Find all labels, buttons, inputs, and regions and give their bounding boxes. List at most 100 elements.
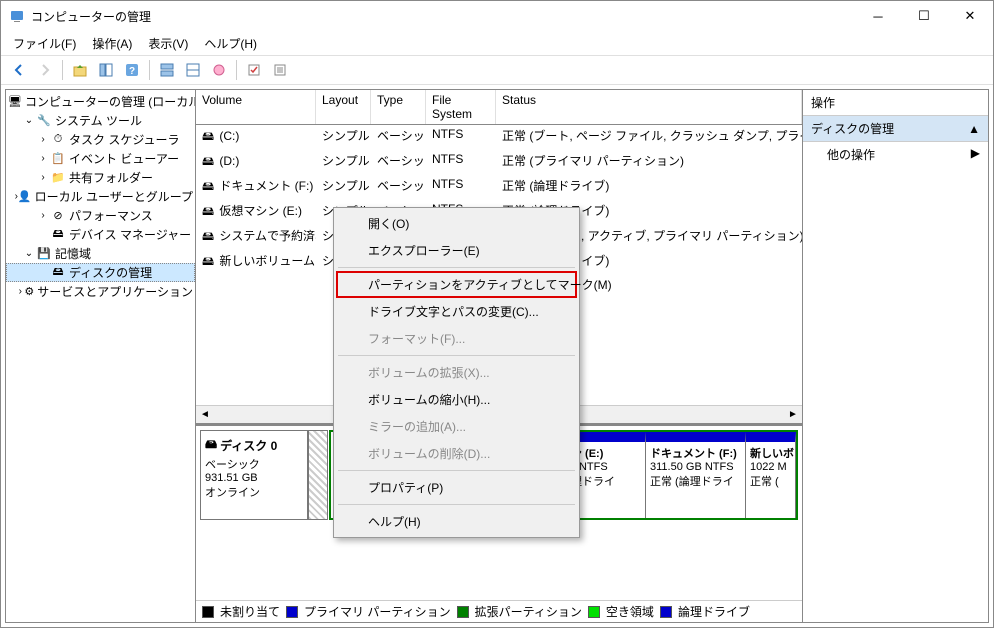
legend-swatch: [457, 606, 469, 618]
context-menu[interactable]: 開く(O)エクスプローラー(E) パーティションをアクティブとしてマーク(M)ドラ…: [333, 207, 580, 538]
tree-item-0[interactable]: 🖥コンピューターの管理 (ローカル): [6, 92, 195, 111]
disk-size: 931.51 GB: [205, 472, 303, 484]
up-button[interactable]: [68, 58, 92, 82]
tree-item-1[interactable]: ⌄🔧システム ツール: [6, 111, 195, 130]
volume-icon: 🖴: [202, 127, 216, 148]
tree-item-5[interactable]: ›👤ローカル ユーザーとグループ: [6, 187, 195, 206]
back-button[interactable]: [7, 58, 31, 82]
partition[interactable]: ドキュメント (F:)311.50 GB NTFS正常 (論理ドライ: [646, 432, 746, 518]
disk-info[interactable]: 🖴ディスク 0 ベーシック 931.51 GB オンライン: [200, 430, 308, 520]
tree-toggle-icon[interactable]: ⌄: [22, 248, 36, 259]
col-status[interactable]: Status: [496, 90, 802, 124]
tree-item-9[interactable]: 🖴ディスクの管理: [6, 263, 195, 282]
col-fs[interactable]: File System: [426, 90, 496, 124]
window: コンピューターの管理 ─ ☐ ✕ ファイル(F)操作(A)表示(V)ヘルプ(H)…: [0, 0, 994, 628]
tree-node-icon: 👤: [18, 189, 32, 205]
help-button[interactable]: ?: [120, 58, 144, 82]
menu-separator: [338, 267, 575, 268]
forward-button[interactable]: [33, 58, 57, 82]
col-type[interactable]: Type: [371, 90, 426, 124]
tree-label: 記憶域: [55, 245, 91, 262]
tree-label: ディスクの管理: [69, 264, 152, 281]
settings-button[interactable]: [207, 58, 231, 82]
close-button[interactable]: ✕: [947, 1, 993, 31]
show-hide-button[interactable]: [94, 58, 118, 82]
menubar: ファイル(F)操作(A)表示(V)ヘルプ(H): [1, 31, 993, 55]
actions-panel: 操作 ディスクの管理 ▲ 他の操作 ▶: [803, 90, 988, 622]
tree-toggle-icon[interactable]: ›: [36, 153, 50, 164]
tree-item-7[interactable]: 🖴デバイス マネージャー: [6, 225, 195, 244]
context-menu-item[interactable]: パーティションをアクティブとしてマーク(M): [336, 271, 577, 298]
scroll-left-icon[interactable]: ◄: [196, 406, 214, 424]
collapse-icon: ▲: [968, 122, 980, 136]
legend-label: プライマリ パーティション: [304, 603, 451, 620]
actions-more[interactable]: 他の操作 ▶: [803, 142, 988, 167]
menu-separator: [338, 470, 575, 471]
legend-label: 論理ドライブ: [678, 603, 750, 620]
menu-item-2[interactable]: 表示(V): [140, 33, 196, 54]
context-menu-item[interactable]: ドライブ文字とパスの変更(C)...: [336, 298, 577, 325]
menu-item-1[interactable]: 操作(A): [84, 33, 140, 54]
context-menu-item[interactable]: ヘルプ(H): [336, 508, 577, 535]
toolbar: ?: [1, 55, 993, 85]
col-layout[interactable]: Layout: [316, 90, 371, 124]
context-menu-item[interactable]: エクスプローラー(E): [336, 237, 577, 264]
tree-label: ローカル ユーザーとグループ: [35, 188, 193, 205]
tree-label: イベント ビューアー: [69, 150, 179, 167]
app-icon: [9, 8, 25, 24]
tree-item-2[interactable]: ›⏱タスク スケジューラ: [6, 130, 195, 149]
tree-item-6[interactable]: ›⊘パフォーマンス: [6, 206, 195, 225]
view2-button[interactable]: [181, 58, 205, 82]
actions-section[interactable]: ディスクの管理 ▲: [803, 116, 988, 142]
tree-item-3[interactable]: ›📋イベント ビューアー: [6, 149, 195, 168]
tree-toggle-icon[interactable]: ›: [16, 286, 24, 297]
context-menu-item: ミラーの追加(A)...: [336, 413, 577, 440]
col-volume[interactable]: Volume: [196, 90, 316, 124]
context-menu-item[interactable]: プロパティ(P): [336, 474, 577, 501]
context-menu-item[interactable]: 開く(O): [336, 210, 577, 237]
menu-item-0[interactable]: ファイル(F): [5, 33, 84, 54]
volume-row[interactable]: 🖴 ドキュメント (F:)シンプルベーシックNTFS正常 (論理ドライブ): [196, 175, 802, 200]
tree-label: パフォーマンス: [69, 207, 153, 224]
tree-toggle-icon[interactable]: ⌄: [22, 115, 36, 126]
tree-item-8[interactable]: ⌄💾記憶域: [6, 244, 195, 263]
actions-section-label: ディスクの管理: [811, 120, 894, 137]
tree-item-10[interactable]: ›⚙サービスとアプリケーション: [6, 282, 195, 301]
tree-node-icon: 🔧: [36, 113, 52, 129]
volume-icon: 🖴: [202, 227, 216, 248]
menu-separator: [338, 355, 575, 356]
tree-item-4[interactable]: ›📁共有フォルダー: [6, 168, 195, 187]
volume-row[interactable]: 🖴 (D:)シンプルベーシックNTFS正常 (プライマリ パーティション): [196, 150, 802, 175]
nav-tree[interactable]: 🖥コンピューターの管理 (ローカル)⌄🔧システム ツール›⏱タスク スケジューラ…: [6, 90, 196, 622]
legend: 未割り当てプライマリ パーティション拡張パーティション空き領域論理ドライブ: [196, 600, 802, 622]
legend-swatch: [588, 606, 600, 618]
check-button[interactable]: [242, 58, 266, 82]
volume-icon: 🖴: [202, 252, 216, 273]
tree-node-icon: ⊘: [50, 208, 66, 224]
tree-toggle-icon[interactable]: ›: [36, 134, 50, 145]
legend-label: 拡張パーティション: [475, 603, 582, 620]
tree-toggle-icon[interactable]: ›: [36, 210, 50, 221]
menu-item-3[interactable]: ヘルプ(H): [196, 33, 265, 54]
tree-node-icon: ⏱: [50, 132, 66, 148]
view1-button[interactable]: [155, 58, 179, 82]
partition[interactable]: 新しいボ1022 M正常 (: [746, 432, 796, 518]
tree-node-icon: 📁: [50, 170, 66, 186]
actions-more-label: 他の操作: [827, 146, 875, 163]
list-button[interactable]: [268, 58, 292, 82]
legend-swatch: [202, 606, 214, 618]
disk-state: オンライン: [205, 484, 303, 500]
actions-header: 操作: [803, 90, 988, 116]
tree-label: デバイス マネージャー: [69, 226, 191, 243]
scroll-right-icon[interactable]: ►: [784, 406, 802, 424]
volume-list-header: Volume Layout Type File System Status: [196, 90, 802, 125]
legend-swatch: [660, 606, 672, 618]
maximize-button[interactable]: ☐: [901, 1, 947, 31]
context-menu-item[interactable]: ボリュームの縮小(H)...: [336, 386, 577, 413]
minimize-button[interactable]: ─: [855, 1, 901, 31]
volume-row[interactable]: 🖴 (C:)シンプルベーシックNTFS正常 (ブート, ページ ファイル, クラ…: [196, 125, 802, 150]
tree-node-icon: 🖴: [50, 265, 66, 281]
window-title: コンピューターの管理: [31, 8, 151, 25]
tree-toggle-icon[interactable]: ›: [36, 172, 50, 183]
context-menu-item: ボリュームの拡張(X)...: [336, 359, 577, 386]
